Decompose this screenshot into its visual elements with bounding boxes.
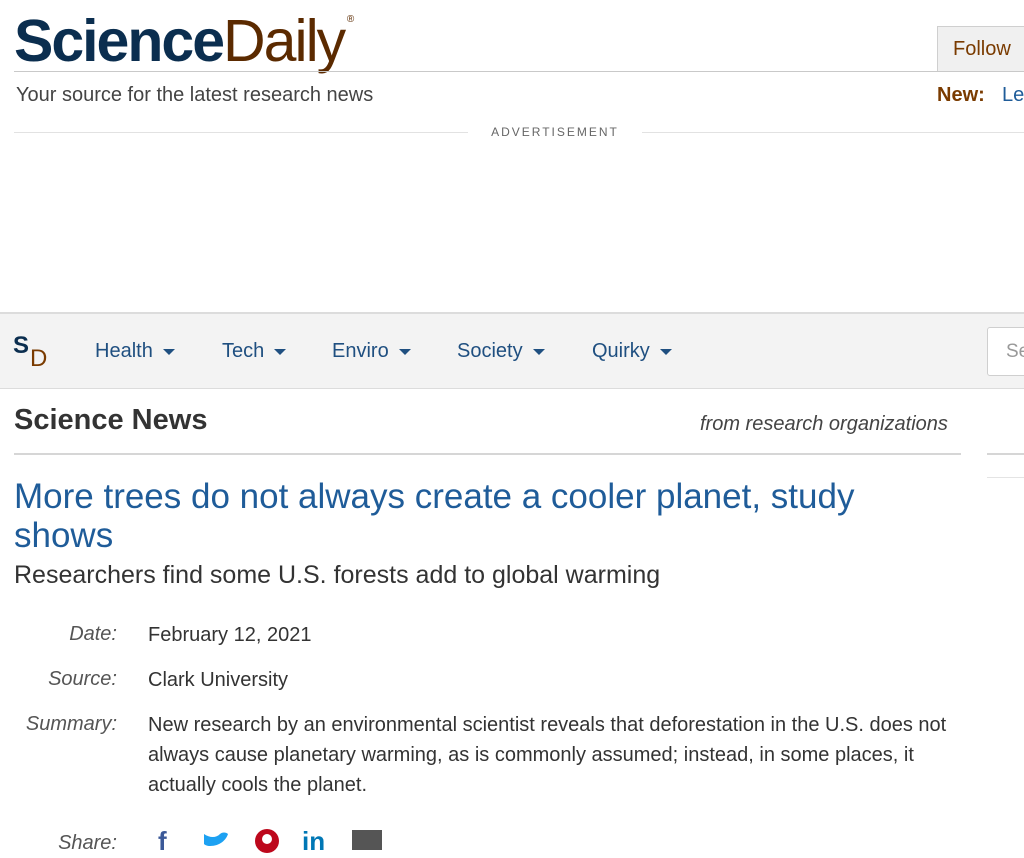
pinterest-icon[interactable]	[254, 828, 280, 858]
share-label: Share:	[58, 832, 117, 854]
nav-item-label: Enviro	[332, 340, 389, 362]
caret-down-icon	[398, 348, 411, 355]
nav-item-label: Society	[457, 340, 523, 362]
date-value: February 12, 2021	[148, 624, 312, 646]
date-label: Date:	[69, 623, 117, 645]
new-link[interactable]: Le	[1002, 84, 1024, 107]
summary-text: New research by an environmental scienti…	[148, 714, 947, 796]
main-nav: S D Health Tech Enviro Society Quirky	[0, 312, 1024, 389]
caret-down-icon	[532, 348, 545, 355]
twitter-icon[interactable]	[202, 828, 230, 854]
site-tagline: Your source for the latest research news	[16, 84, 374, 106]
caret-down-icon	[274, 348, 287, 355]
ad-divider-left	[14, 132, 468, 133]
section-title: Science News	[14, 404, 208, 436]
nav-item-tech[interactable]: Tech	[222, 314, 287, 389]
nav-item-label: Health	[95, 340, 153, 362]
section-divider	[14, 453, 961, 455]
nav-item-health[interactable]: Health	[95, 314, 175, 389]
logo-science: Science	[14, 8, 225, 74]
nav-item-label: Tech	[222, 340, 265, 362]
nav-item-quirky[interactable]: Quirky	[592, 314, 672, 389]
source-value: Clark University	[148, 669, 289, 691]
sd-logo-s: S	[13, 332, 30, 359]
registered-mark: ®	[346, 14, 355, 25]
ad-divider-right	[642, 132, 1024, 133]
sd-logo-d: D	[30, 345, 48, 372]
source-label: Source:	[48, 668, 117, 690]
nav-item-enviro[interactable]: Enviro	[332, 314, 411, 389]
article-subhead: Researchers find some U.S. forests add t…	[14, 561, 661, 589]
caret-down-icon	[162, 348, 175, 355]
article-headline: More trees do not always create a cooler…	[14, 477, 855, 555]
search-input[interactable]	[987, 327, 1024, 376]
advertisement-label: ADVERTISEMENT	[491, 125, 619, 139]
nav-item-label: Quirky	[592, 340, 650, 362]
sciencedaily-logo[interactable]: ScienceDaily ®	[14, 2, 354, 80]
sd-logo-icon[interactable]: S D	[13, 332, 53, 372]
linkedin-icon[interactable]: in	[302, 828, 325, 854]
logo-daily: Daily	[223, 8, 346, 74]
section-subtitle: from research organizations	[700, 413, 948, 435]
summary-label: Summary:	[25, 713, 117, 735]
sidebar-divider	[987, 453, 1024, 455]
new-label: New:	[937, 84, 985, 106]
sidebar-divider-thin	[987, 477, 1024, 478]
follow-button[interactable]: Follow	[937, 26, 1024, 71]
caret-down-icon	[659, 348, 672, 355]
share-row: Share: f in	[0, 826, 1024, 854]
header-divider	[14, 71, 1024, 72]
email-icon[interactable]	[352, 828, 382, 854]
nav-item-society[interactable]: Society	[457, 314, 545, 389]
facebook-icon[interactable]: f	[158, 828, 167, 854]
